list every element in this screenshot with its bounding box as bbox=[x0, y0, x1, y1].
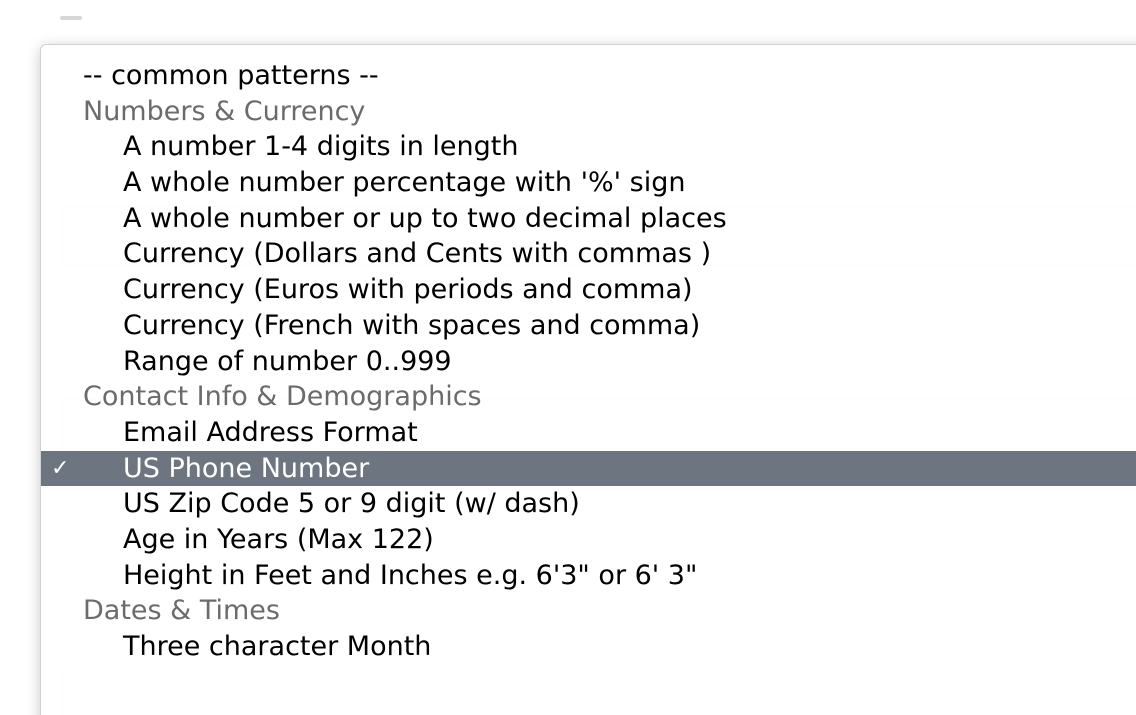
menu-row-label: Dates & Times bbox=[83, 595, 280, 627]
menu-row-label: US Phone Number bbox=[123, 452, 370, 484]
checkmark-icon: ✓ bbox=[51, 455, 70, 481]
menu-option[interactable]: Currency (Euros with periods and comma) bbox=[41, 272, 1136, 308]
menu-option[interactable]: A whole number percentage with '%' sign bbox=[41, 165, 1136, 201]
menu-row-label: Range of number 0..999 bbox=[123, 345, 452, 377]
menu-row-label: A whole number percentage with '%' sign bbox=[123, 167, 686, 199]
menu-row-label: A whole number or up to two decimal plac… bbox=[123, 202, 727, 234]
menu-option[interactable]: A whole number or up to two decimal plac… bbox=[41, 201, 1136, 237]
menu-option[interactable]: US Zip Code 5 or 9 digit (w/ dash) bbox=[41, 486, 1136, 522]
pattern-dropdown-menu[interactable]: -- common patterns -- Numbers & Currency A… bbox=[40, 44, 1136, 715]
menu-option-selected[interactable]: ✓ US Phone Number bbox=[41, 450, 1136, 487]
menu-header: -- common patterns -- bbox=[41, 58, 1136, 94]
menu-option[interactable]: Currency (French with spaces and comma) bbox=[41, 308, 1136, 344]
menu-option[interactable]: Range of number 0..999 bbox=[41, 344, 1136, 380]
screen: -- common patterns -- Numbers & Currency A… bbox=[0, 0, 1136, 715]
menu-row-label: Email Address Format bbox=[123, 416, 418, 448]
menu-group-label: Contact Info & Demographics bbox=[41, 379, 1136, 415]
pattern-options-list: -- common patterns -- Numbers & Currency A… bbox=[41, 58, 1136, 665]
menu-row-label: Currency (French with spaces and comma) bbox=[123, 309, 701, 341]
menu-row-label: Age in Years (Max 122) bbox=[123, 523, 434, 555]
menu-option[interactable]: A number 1-4 digits in length bbox=[41, 129, 1136, 165]
menu-row-label: -- common patterns -- bbox=[83, 60, 379, 91]
menu-row-label: Contact Info & Demographics bbox=[83, 381, 482, 413]
menu-option[interactable]: Currency (Dollars and Cents with commas … bbox=[41, 236, 1136, 272]
menu-row-label: Currency (Dollars and Cents with commas … bbox=[123, 238, 712, 270]
menu-row-label: US Zip Code 5 or 9 digit (w/ dash) bbox=[123, 488, 580, 520]
menu-row-label: Three character Month bbox=[123, 631, 432, 662]
menu-option[interactable]: Three character Month bbox=[41, 629, 1136, 665]
menu-row-label: A number 1-4 digits in length bbox=[123, 131, 519, 163]
menu-option[interactable]: Age in Years (Max 122) bbox=[41, 522, 1136, 558]
menu-row-label: Numbers & Currency bbox=[83, 95, 366, 127]
menu-group-label: Numbers & Currency bbox=[41, 94, 1136, 130]
menu-row-label: Height in Feet and Inches e.g. 6'3" or 6… bbox=[123, 559, 698, 591]
menu-option[interactable]: Height in Feet and Inches e.g. 6'3" or 6… bbox=[41, 558, 1136, 594]
menu-option[interactable]: Email Address Format bbox=[41, 415, 1136, 451]
menu-group-label: Dates & Times bbox=[41, 593, 1136, 629]
menu-row-label: Currency (Euros with periods and comma) bbox=[123, 274, 693, 306]
background-top-mark bbox=[60, 16, 82, 20]
